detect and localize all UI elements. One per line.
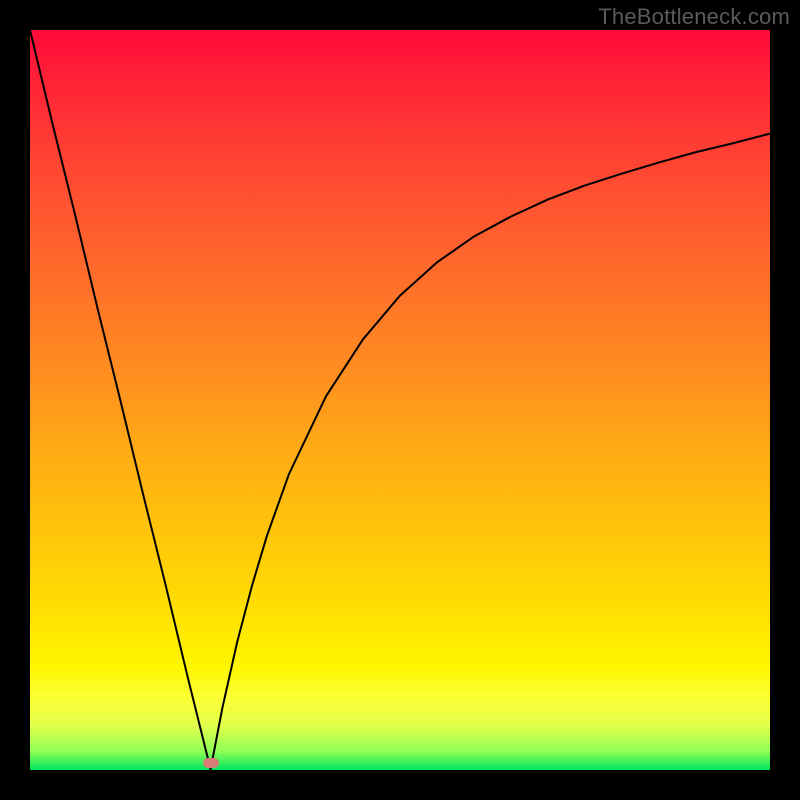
minimum-marker: [203, 758, 219, 768]
chart-frame: TheBottleneck.com: [0, 0, 800, 800]
curve-right-branch: [211, 134, 770, 770]
curve-left-branch: [30, 30, 211, 769]
watermark-text: TheBottleneck.com: [598, 4, 790, 30]
bottleneck-curve-svg: [30, 30, 770, 770]
